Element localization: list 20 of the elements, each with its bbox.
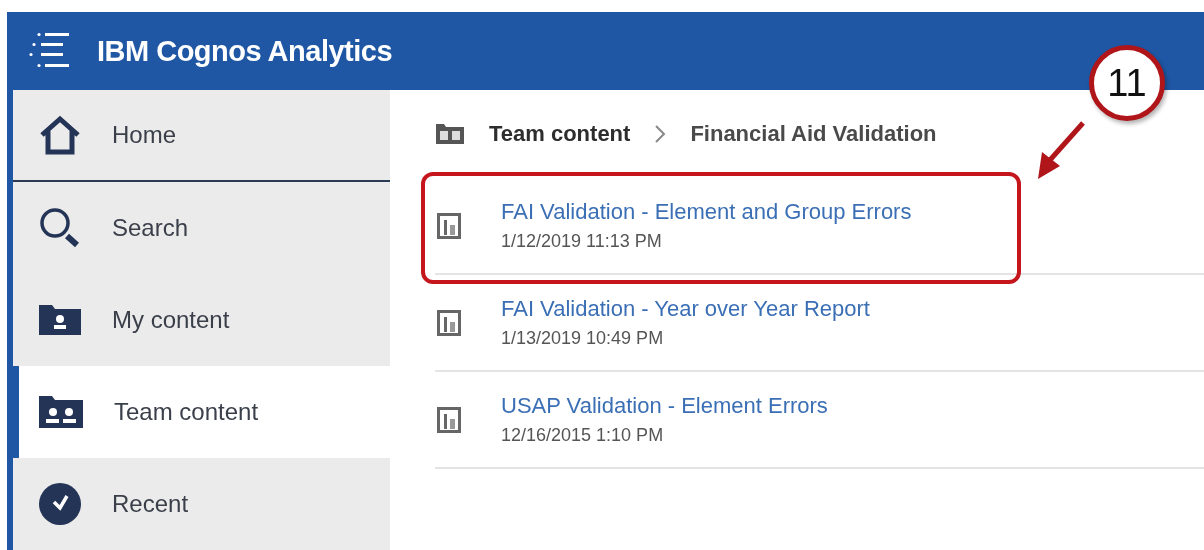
breadcrumb-item: Financial Aid Validation bbox=[690, 121, 937, 147]
search-icon bbox=[38, 206, 82, 250]
report-link[interactable]: USAP Validation - Element Errors bbox=[501, 393, 828, 419]
breadcrumb-item[interactable]: Team content bbox=[489, 121, 631, 147]
pointer-arrow bbox=[1036, 120, 1086, 182]
report-date: 1/12/2019 11:13 PM bbox=[501, 231, 663, 252]
report-icon bbox=[437, 212, 461, 239]
folder-person-icon bbox=[38, 304, 82, 336]
report-icon bbox=[437, 309, 461, 336]
report-date: 1/13/2019 10:49 PM bbox=[501, 328, 665, 349]
folder-people-icon bbox=[435, 123, 465, 145]
report-link[interactable]: FAI Validation - Year over Year Report bbox=[501, 296, 870, 322]
chevron-right-icon bbox=[654, 124, 667, 144]
report-icon bbox=[437, 406, 461, 433]
report-date: 12/16/2015 1:10 PM bbox=[501, 425, 665, 446]
folder-people-icon bbox=[38, 395, 84, 429]
sidebar-item[interactable]: Team content bbox=[13, 366, 390, 458]
home-icon bbox=[38, 115, 82, 155]
app-title: IBM Cognos Analytics bbox=[97, 34, 393, 68]
report-link[interactable]: FAI Validation - Element and Group Errors bbox=[501, 199, 912, 225]
